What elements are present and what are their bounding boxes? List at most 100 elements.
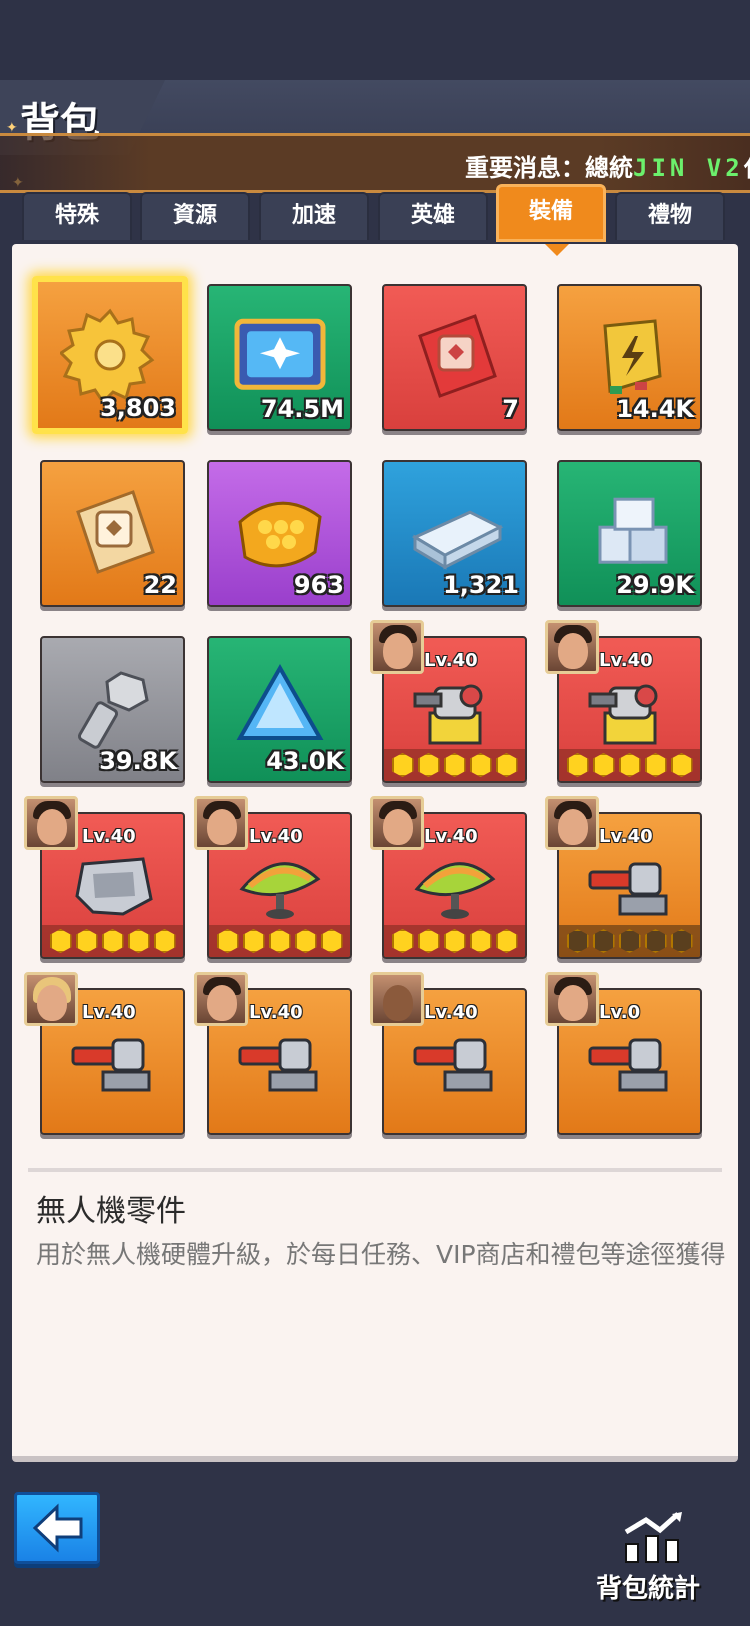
item-slot[interactable]: 3,803 xyxy=(32,276,188,434)
item-level: Lv.40 xyxy=(249,826,303,847)
star-icon xyxy=(417,753,440,777)
item-slot[interactable]: 963 xyxy=(207,460,352,607)
item-slot[interactable]: 43.0K xyxy=(207,636,352,783)
star-icon xyxy=(644,929,667,953)
hero-avatar xyxy=(545,796,599,850)
star-icon xyxy=(417,929,440,953)
item-quantity: 29.9K xyxy=(616,571,694,599)
silver-blocks-icon xyxy=(598,497,667,564)
star-rating xyxy=(384,925,525,957)
item-slot[interactable]: 7 xyxy=(382,284,527,431)
gear-icon xyxy=(60,308,155,403)
star-icon xyxy=(242,929,265,953)
item-quantity: 14.4K xyxy=(616,395,694,423)
star-icon xyxy=(495,753,518,777)
star-icon xyxy=(618,753,641,777)
star-icon xyxy=(320,929,343,953)
star-icon xyxy=(644,753,667,777)
star-icon xyxy=(153,929,176,953)
star-icon xyxy=(670,929,693,953)
star-icon xyxy=(294,929,317,953)
item-quantity: 3,803 xyxy=(100,394,176,422)
armor-chest-icon xyxy=(74,856,153,916)
tab-resources[interactable]: 資源 xyxy=(140,192,250,240)
blueprint-orange-icon xyxy=(75,489,155,574)
item-slot[interactable]: 29.9K xyxy=(557,460,702,607)
star-rating xyxy=(42,925,183,957)
item-slot[interactable]: 22 xyxy=(40,460,185,607)
item-level: Lv.40 xyxy=(424,826,478,847)
hero-avatar xyxy=(545,972,599,1026)
star-icon xyxy=(592,753,615,777)
hero-avatar xyxy=(24,796,78,850)
item-level: Lv.40 xyxy=(249,1002,303,1023)
star-icon xyxy=(495,929,518,953)
cannon-icon xyxy=(71,1038,150,1091)
bag-stats-label: 背包統計 xyxy=(596,1574,701,1604)
star-icon xyxy=(566,753,589,777)
status-area xyxy=(0,0,750,80)
item-level: Lv.40 xyxy=(424,650,478,671)
chart-trend-icon xyxy=(624,1512,682,1563)
item-quantity: 43.0K xyxy=(266,747,344,775)
category-tabs: 特殊 資源 加速 英雄 裝備 禮物 xyxy=(22,184,728,244)
tab-speedup[interactable]: 加速 xyxy=(259,192,369,240)
star-icon xyxy=(443,929,466,953)
bolt-icon xyxy=(77,670,149,749)
item-level: Lv.40 xyxy=(82,826,136,847)
star-rating xyxy=(559,749,700,781)
battery-icon xyxy=(602,318,662,394)
star-rating xyxy=(209,925,350,957)
item-level: Lv.40 xyxy=(424,1002,478,1023)
star-icon xyxy=(268,929,291,953)
star-icon xyxy=(49,929,72,953)
tab-equipment[interactable]: 裝備 xyxy=(496,184,606,242)
star-icon xyxy=(391,929,414,953)
item-quantity: 7 xyxy=(502,395,519,423)
news-text: 重要消息：總統JIN V2仕 xyxy=(465,148,750,183)
star-icon xyxy=(670,753,693,777)
news-ticker[interactable]: 重要消息：總統JIN V2仕 xyxy=(0,133,750,193)
item-description-body: 用於無人機硬體升級，於每日任務、VIP商店和禮包等途徑獲得 xyxy=(36,1240,726,1269)
item-quantity: 963 xyxy=(293,571,344,599)
item-level: Lv.40 xyxy=(599,826,653,847)
hero-avatar xyxy=(370,620,424,674)
bag-stats-button[interactable]: 背包統計 xyxy=(590,1510,730,1610)
item-slot[interactable]: 1,321 xyxy=(382,460,527,607)
item-quantity: 1,321 xyxy=(443,571,519,599)
item-slot[interactable]: 74.5M xyxy=(207,284,352,431)
item-level: Lv.40 xyxy=(82,1002,136,1023)
star-icon xyxy=(101,929,124,953)
star-rating xyxy=(384,749,525,781)
item-slot[interactable]: 14.4K xyxy=(557,284,702,431)
item-level: Lv.40 xyxy=(599,650,653,671)
star-icon xyxy=(443,753,466,777)
hero-avatar xyxy=(545,620,599,674)
drone-chip-icon xyxy=(234,318,325,390)
back-button[interactable] xyxy=(14,1492,100,1564)
arrow-left-icon xyxy=(32,1503,83,1553)
tab-heroes[interactable]: 英雄 xyxy=(378,192,488,240)
tab-gifts[interactable]: 禮物 xyxy=(615,192,725,240)
tab-special[interactable]: 特殊 xyxy=(22,192,132,240)
star-icon xyxy=(75,929,98,953)
star-icon xyxy=(469,753,492,777)
hero-avatar xyxy=(194,972,248,1026)
item-quantity: 39.8K xyxy=(99,747,177,775)
item-quantity: 74.5M xyxy=(260,395,344,423)
hero-avatar xyxy=(24,972,78,1026)
item-grid[interactable]: 3,803 74.5M 7 14.4K 22 963 1,321 29.9K 3… xyxy=(12,244,738,1144)
star-icon xyxy=(216,929,239,953)
honeycomb-icon xyxy=(237,501,322,567)
hero-avatar xyxy=(370,796,424,850)
news-suffix: 仕 xyxy=(744,154,750,182)
item-description-title: 無人機零件 xyxy=(36,1194,186,1229)
item-level: Lv.0 xyxy=(599,1002,641,1023)
item-slot[interactable]: 39.8K xyxy=(40,636,185,783)
divider xyxy=(28,1168,722,1172)
star-icon xyxy=(566,929,589,953)
star-rating xyxy=(559,925,700,957)
metal-ingot-icon xyxy=(411,510,503,570)
item-quantity: 22 xyxy=(143,571,177,599)
hero-avatar xyxy=(370,972,424,1026)
